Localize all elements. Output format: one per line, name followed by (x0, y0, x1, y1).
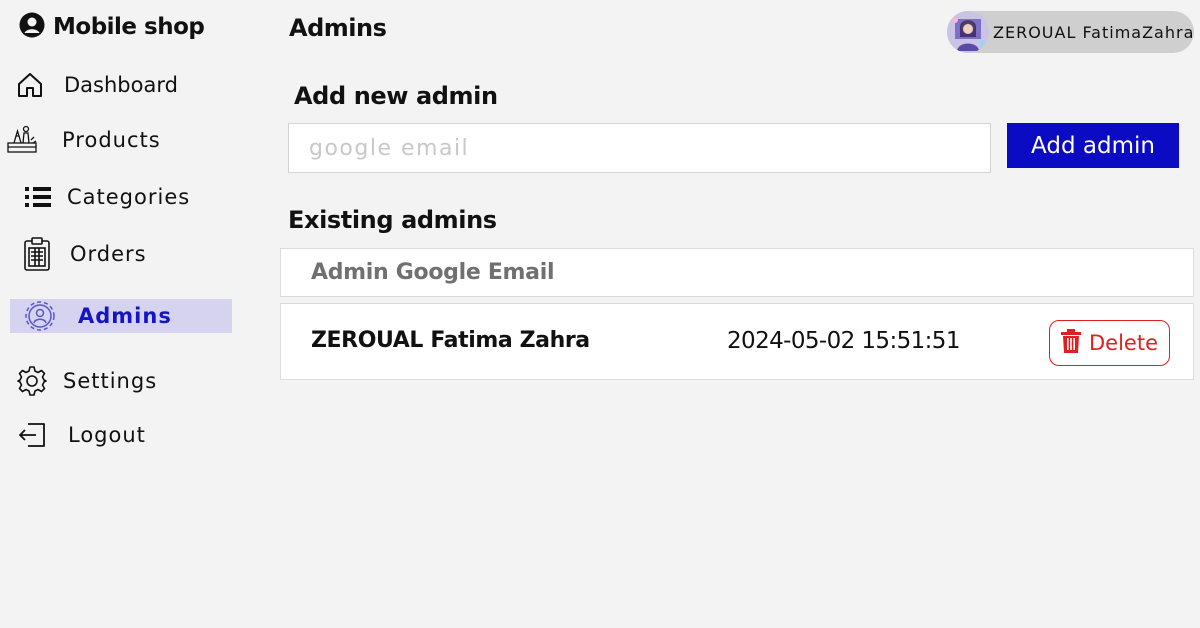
sidebar-item-dashboard[interactable]: Dashboard (12, 67, 232, 103)
sidebar-item-label: Categories (67, 185, 191, 209)
existing-admins-heading: Existing admins (288, 206, 497, 234)
delete-admin-button[interactable]: Delete (1049, 320, 1170, 366)
admin-date-cell: 2024-05-02 15:51:51 (727, 328, 960, 354)
avatar (947, 11, 989, 53)
brand[interactable]: Mobile shop (19, 12, 205, 42)
list-icon (20, 179, 56, 215)
clipboard-icon (19, 236, 55, 272)
user-profile-chip[interactable]: ZEROUAL FatimaZahra (947, 11, 1194, 53)
sidebar-item-label: Logout (68, 423, 146, 447)
table-row: ZEROUAL Fatima Zahra 2024-05-02 15:51:51… (280, 303, 1194, 380)
trash-icon (1061, 328, 1081, 358)
sidebar-item-label: Admins (78, 304, 172, 328)
sidebar-item-label: Orders (70, 242, 147, 266)
table-header: Admin Google Email (280, 248, 1194, 297)
sidebar-item-settings[interactable]: Settings (14, 363, 234, 399)
sidebar-item-admins[interactable]: Admins (10, 299, 232, 333)
delete-label: Delete (1089, 331, 1158, 355)
admin-name-cell: ZEROUAL Fatima Zahra (311, 328, 590, 353)
google-email-input[interactable] (288, 123, 991, 173)
logout-icon (14, 417, 50, 453)
sidebar-item-logout[interactable]: Logout (14, 417, 234, 453)
gear-icon (14, 363, 50, 399)
sidebar-item-orders[interactable]: Orders (19, 236, 239, 272)
app-title: Mobile shop (53, 14, 205, 40)
sidebar: Mobile shop Dashboard Products Categorie… (0, 0, 250, 628)
sidebar-item-label: Settings (63, 369, 158, 393)
products-icon (4, 122, 40, 158)
sidebar-item-categories[interactable]: Categories (20, 179, 240, 215)
admin-gear-icon (22, 298, 58, 334)
sidebar-item-label: Products (62, 128, 161, 152)
add-admin-heading: Add new admin (294, 82, 498, 110)
column-header-email: Admin Google Email (311, 260, 555, 285)
add-admin-button[interactable]: Add admin (1007, 123, 1179, 168)
sidebar-item-products[interactable]: Products (4, 122, 224, 158)
sidebar-item-label: Dashboard (64, 73, 178, 97)
home-icon (12, 67, 48, 103)
user-name: ZEROUAL FatimaZahra (993, 22, 1195, 42)
account-circle-icon (19, 12, 45, 42)
page-title: Admins (289, 14, 387, 42)
